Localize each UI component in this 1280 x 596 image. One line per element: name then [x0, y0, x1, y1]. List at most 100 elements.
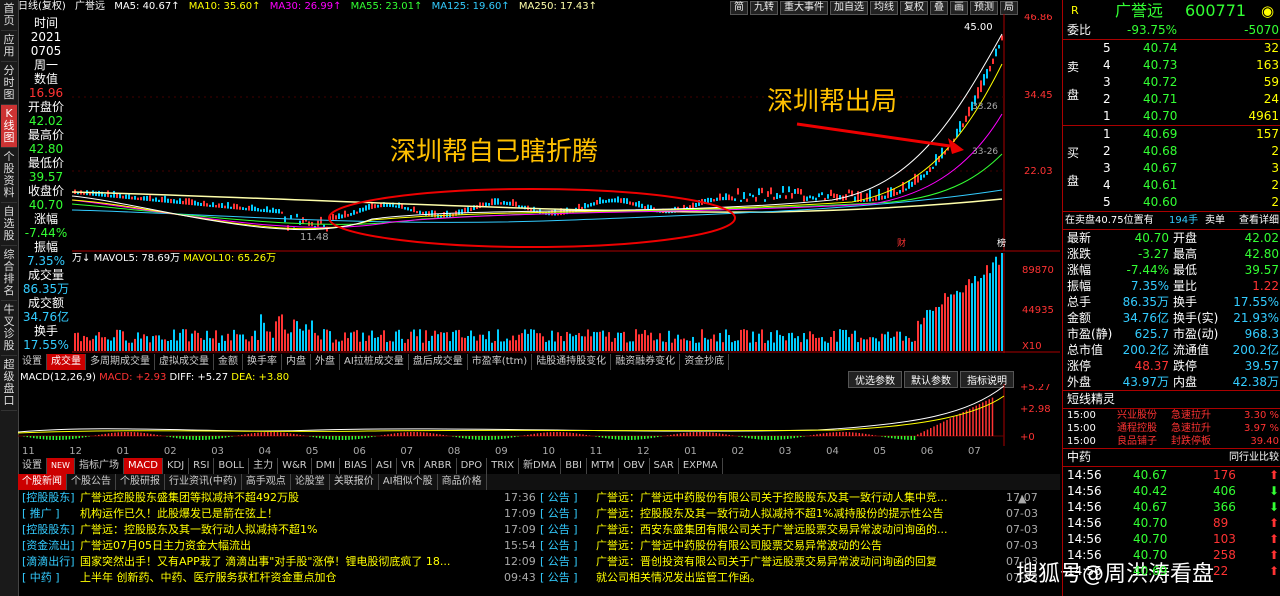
- left-tab[interactable]: 首页: [1, 0, 17, 31]
- notice-title[interactable]: 广誉远：广誉远中药股份有限公司股票交易异常波动的公告: [596, 538, 882, 554]
- indicator-tab[interactable]: 高手观点: [242, 474, 291, 490]
- volume-chart[interactable]: 89870 44935 X10: [72, 253, 1060, 353]
- news-title[interactable]: 广誉远控股股东盛集团等拟减持不超492万股: [80, 490, 299, 506]
- scroll-up-icon[interactable]: ▲: [1018, 492, 1026, 505]
- left-tab[interactable]: 分时图: [1, 62, 17, 105]
- indicator-tab[interactable]: VR: [397, 458, 420, 474]
- indicator-tab[interactable]: 盘后成交量: [409, 354, 468, 370]
- indicator-tab[interactable]: 资金抄底: [680, 354, 730, 370]
- news-row[interactable]: [ 推广 ] 机构运作已久！此股爆发已是箭在弦上！ 17:09 [ 公告 ] 广誉远：控…: [18, 506, 1060, 522]
- toolbar-button[interactable]: 叠: [930, 1, 948, 15]
- indicator-tab[interactable]: OBV: [619, 458, 650, 474]
- order-level[interactable]: 4 40.61 2: [1083, 177, 1280, 194]
- indicator-tab[interactable]: 论股堂: [291, 474, 330, 490]
- news-row[interactable]: [控股股东] 广誉远控股股东盛集团等拟减持不超492万股 17:36 [ 公告 ] 广誉…: [18, 490, 1060, 506]
- macd-chart[interactable]: +5.27 +2.98 +0: [18, 384, 1060, 446]
- news-row[interactable]: [滴滴出行] 国家突然出手！又有APP栽了 滴滴出事"对手股"涨停！锂电股彻底疯了…: [18, 554, 1060, 570]
- search-icon[interactable]: ◉: [1261, 0, 1274, 22]
- order-level[interactable]: 5 40.60 2: [1083, 194, 1280, 211]
- indicator-tab[interactable]: MACD: [123, 458, 163, 474]
- view-detail-link[interactable]: 查看详细: [1239, 212, 1279, 229]
- toolbar-button[interactable]: 复权: [900, 1, 928, 15]
- indicator-tab[interactable]: SAR: [650, 458, 679, 474]
- left-tab[interactable]: 牛叉诊股: [1, 301, 17, 356]
- indicator-tab[interactable]: 市盈率(ttm): [468, 354, 533, 370]
- notice-title[interactable]: 广誉远：晋创投资有限公司关于广誉远股票交易异常波动问询函的回复: [596, 554, 937, 570]
- toolbar-button[interactable]: 预测: [970, 1, 998, 15]
- order-level[interactable]: 2 40.71 24: [1083, 91, 1280, 108]
- indicator-tab[interactable]: 陆股通持股变化: [532, 354, 612, 370]
- left-tab[interactable]: 应用: [1, 31, 17, 62]
- indicator-tab[interactable]: 金额: [214, 354, 243, 370]
- short-row[interactable]: 15:00 兴业股份 急速拉升 3.30 %: [1063, 409, 1280, 422]
- indicator-tab[interactable]: KDJ: [163, 458, 190, 474]
- left-tab[interactable]: 自选股: [1, 203, 17, 246]
- short-row[interactable]: 15:00 良品铺子 封跌停板 39.40: [1063, 435, 1280, 448]
- indicator-tab[interactable]: AI相似个股: [379, 474, 438, 490]
- indicator-tab[interactable]: MTM: [587, 458, 620, 474]
- indicator-tab[interactable]: BOLL: [214, 458, 250, 474]
- news-title[interactable]: 广誉远：控股股东及其一致行动人拟减持不超1%: [80, 522, 317, 538]
- indicator-tab[interactable]: 行业资讯(中药): [165, 474, 242, 490]
- indicator-tab[interactable]: TRIX: [487, 458, 520, 474]
- indicator-tab[interactable]: 主力: [249, 458, 279, 474]
- toolbar-button[interactable]: 画: [950, 1, 968, 15]
- kline-chart[interactable]: 深圳帮自己瞎折腾 深圳帮出局 46.86 34.45 22.03 45.00 1…: [72, 14, 1060, 252]
- indicator-tab[interactable]: 虚拟成交量: [155, 354, 214, 370]
- maimai-button[interactable]: 卖单: [1205, 212, 1225, 229]
- news-row[interactable]: [ 中药 ] 上半年 创新药、中药、医疗服务获杠杆资金重点加仓 09:43 [ 公告 …: [18, 570, 1060, 586]
- news-row[interactable]: [控股股东] 广誉远：控股股东及其一致行动人拟减持不超1% 17:09 [ 公告 ] 广…: [18, 522, 1060, 538]
- indicator-tab[interactable]: BBI: [561, 458, 587, 474]
- order-level[interactable]: 1 40.69 157: [1083, 126, 1280, 143]
- left-tab[interactable]: 综合排名: [1, 246, 17, 301]
- toolbar-button[interactable]: 重大事件: [780, 1, 828, 15]
- period-label[interactable]: 日线(复权): [18, 1, 66, 12]
- indicator-tab[interactable]: 个股研报: [116, 474, 165, 490]
- order-level[interactable]: 5 40.74 32: [1083, 40, 1280, 57]
- indicator-tab[interactable]: BIAS: [340, 458, 373, 474]
- indicator-tab[interactable]: 指标广场: [75, 458, 124, 474]
- indicator-tab[interactable]: AI拉桩成交量: [340, 354, 409, 370]
- indicator-tab[interactable]: 设置: [18, 354, 47, 370]
- toolbar-button[interactable]: 简: [730, 1, 748, 15]
- news-title[interactable]: 上半年 创新药、中药、医疗服务获杠杆资金重点加仓: [80, 570, 337, 586]
- indicator-tab[interactable]: 关联报价: [330, 474, 379, 490]
- order-level[interactable]: 1 40.70 4961: [1083, 108, 1280, 125]
- order-level[interactable]: 2 40.68 2: [1083, 143, 1280, 160]
- toolbar-button[interactable]: 局: [1000, 1, 1018, 15]
- toolbar-button[interactable]: 加自选: [830, 1, 868, 15]
- indicator-tab[interactable]: 成交量: [47, 354, 86, 370]
- news-title[interactable]: 国家突然出手！又有APP栽了 滴滴出事"对手股"涨停！锂电股彻底疯了 18...: [80, 554, 450, 570]
- order-level[interactable]: 3 40.72 59: [1083, 74, 1280, 91]
- news-title[interactable]: 广誉远07月05日主力资金大幅流出: [80, 538, 251, 554]
- left-tab[interactable]: 超级盘口: [1, 356, 17, 411]
- notice-title[interactable]: 广誉远：西安东盛集团有限公司关于广誉远股票交易异常波动问询函的...: [596, 522, 948, 538]
- indicator-tab[interactable]: ARBR: [420, 458, 457, 474]
- indicator-tab[interactable]: 新DMA: [519, 458, 562, 474]
- indicator-tab[interactable]: 多周期成交量: [86, 354, 155, 370]
- industry-compare-button[interactable]: 同行业比较: [1229, 449, 1279, 466]
- indicator-tab[interactable]: DMI: [312, 458, 341, 474]
- indicator-tab[interactable]: DPO: [457, 458, 488, 474]
- left-tab[interactable]: K线图: [1, 105, 17, 148]
- notice-title[interactable]: 广誉远：控股股东及其一致行动人拟减持不超1%减持股份的提示性公告: [596, 506, 943, 522]
- indicator-tab[interactable]: 设置: [18, 458, 47, 474]
- toolbar-button[interactable]: 均线: [870, 1, 898, 15]
- notice-title[interactable]: 广誉远：广誉远中药股份有限公司关于控股股东及其一致行动人集中竞...: [596, 490, 948, 506]
- short-row[interactable]: 15:00 通程控股 急速拉升 3.97 %: [1063, 422, 1280, 435]
- indicator-tab[interactable]: 商品价格: [438, 474, 487, 490]
- indicator-tab[interactable]: EXPMA: [679, 458, 723, 474]
- toolbar-button[interactable]: 九转: [750, 1, 778, 15]
- news-row[interactable]: [资金流出] 广誉远07月05日主力资金大幅流出 15:54 [ 公告 ] 广誉远：广誉…: [18, 538, 1060, 554]
- indicator-tab[interactable]: 外盘: [311, 354, 340, 370]
- indicator-tab[interactable]: W&R: [278, 458, 312, 474]
- indicator-tab[interactable]: 融资融券变化: [611, 354, 681, 370]
- indicator-tab[interactable]: 个股新闻: [18, 474, 67, 490]
- order-level[interactable]: 3 40.67 3: [1083, 160, 1280, 177]
- indicator-tab[interactable]: 个股公告: [67, 474, 116, 490]
- indicator-tab[interactable]: 内盘: [282, 354, 311, 370]
- news-title[interactable]: 机构运作已久！此股爆发已是箭在弦上！: [80, 506, 278, 522]
- notice-title[interactable]: 就公司相关情况发出监管工作函。: [596, 570, 761, 586]
- indicator-tab[interactable]: 换手率: [243, 354, 282, 370]
- order-level[interactable]: 4 40.73 163: [1083, 57, 1280, 74]
